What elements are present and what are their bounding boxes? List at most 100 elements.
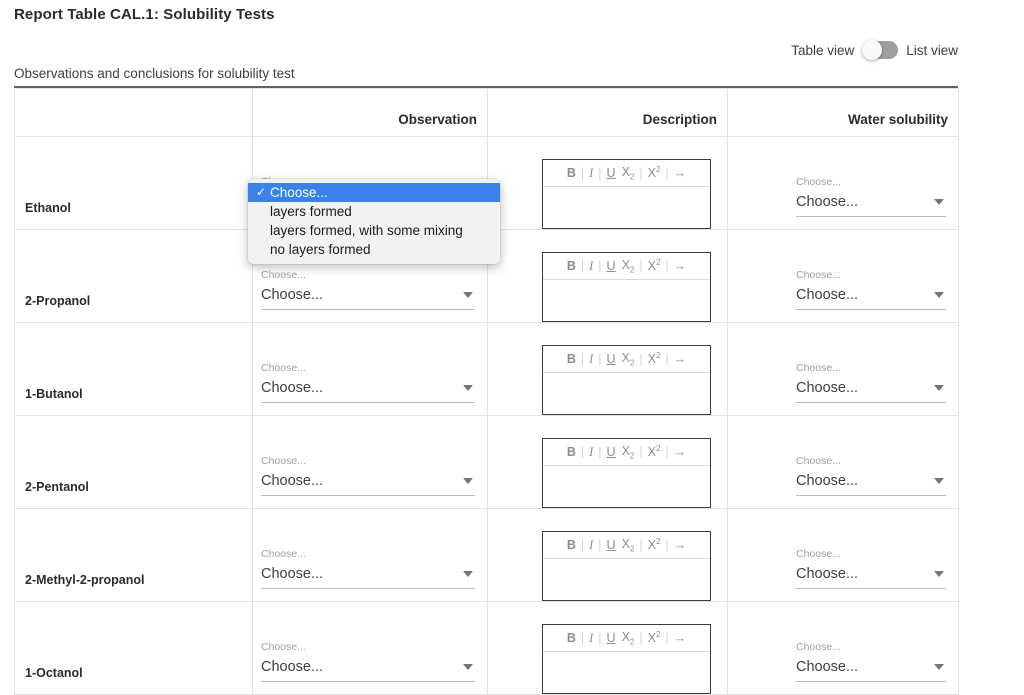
dropdown-option-layers-formed-some-mixing[interactable]: layers formed, with some mixing — [248, 221, 500, 240]
italic-icon[interactable]: I — [588, 631, 594, 646]
more-options-arrow-icon[interactable]: → — [673, 538, 688, 552]
observation-select[interactable]: Choose... Choose... — [261, 268, 475, 310]
superscript-glyph: X — [647, 259, 656, 274]
bold-icon[interactable]: B — [566, 538, 577, 552]
more-options-arrow-icon[interactable]: → — [673, 445, 688, 459]
bold-icon[interactable]: B — [566, 445, 577, 459]
superscript-icon[interactable]: X2 — [647, 444, 662, 459]
subscript-index: 2 — [629, 265, 635, 275]
bold-icon[interactable]: B — [566, 352, 577, 366]
water-solubility-select-value: Choose... — [796, 473, 859, 489]
subscript-index: 2 — [629, 358, 635, 368]
toolbar-separator: | — [665, 166, 669, 180]
description-input[interactable] — [543, 652, 710, 693]
description-input[interactable] — [543, 559, 710, 600]
row-label-cell: 2-Methyl-2-propanol — [14, 508, 253, 602]
dropdown-option-label: no layers formed — [270, 242, 371, 257]
superscript-icon[interactable]: X2 — [647, 630, 662, 645]
dropdown-option-layers-formed[interactable]: layers formed — [248, 202, 500, 221]
subscript-glyph: X — [621, 350, 630, 365]
underline-icon[interactable]: U — [606, 538, 617, 552]
bold-icon[interactable]: B — [566, 259, 577, 273]
dropdown-option-choose[interactable]: ✓ Choose... — [248, 183, 500, 202]
italic-icon[interactable]: I — [588, 445, 594, 460]
underline-icon[interactable]: U — [606, 166, 617, 180]
underline-icon[interactable]: U — [606, 352, 617, 366]
water-solubility-select[interactable]: Choose... Choose... — [796, 640, 946, 682]
observation-dropdown-popup[interactable]: ✓ Choose... layers formed layers formed,… — [248, 179, 500, 264]
observation-select[interactable]: Choose... Choose... — [261, 454, 475, 496]
water-solubility-select-label: Choose... — [796, 548, 841, 560]
water-solubility-select[interactable]: Choose... Choose... — [796, 175, 946, 217]
water-solubility-select[interactable]: Choose... Choose... — [796, 547, 946, 589]
view-mode-toggle-switch[interactable] — [862, 40, 899, 60]
water-solubility-cell: Choose... Choose... — [727, 415, 959, 509]
italic-icon[interactable]: I — [588, 166, 594, 181]
underline-icon[interactable]: U — [606, 631, 617, 645]
toolbar-separator: | — [580, 445, 585, 459]
description-input[interactable] — [543, 466, 710, 507]
more-options-arrow-icon[interactable]: → — [673, 259, 688, 273]
water-solubility-select[interactable]: Choose... Choose... — [796, 268, 946, 310]
observation-select[interactable]: Choose... Choose... — [261, 640, 475, 682]
superscript-icon[interactable]: X2 — [647, 351, 662, 366]
water-solubility-select[interactable]: Choose... Choose... — [796, 361, 946, 403]
subscript-index: 2 — [629, 451, 635, 461]
chevron-down-icon — [934, 199, 944, 205]
column-header-water-solubility: Water solubility — [727, 88, 959, 137]
substance-name: Ethanol — [25, 201, 71, 215]
italic-icon[interactable]: I — [588, 352, 594, 367]
underline-icon[interactable]: U — [606, 445, 617, 459]
bold-icon[interactable]: B — [566, 166, 577, 180]
row-label-cell: 1-Octanol — [14, 601, 253, 695]
italic-icon[interactable]: I — [588, 259, 594, 274]
water-solubility-select-value: Choose... — [796, 194, 859, 210]
subscript-icon[interactable]: X2 — [621, 351, 636, 368]
description-rich-text-editor[interactable]: B | I | U X2 | X2 | → — [542, 159, 711, 229]
subscript-icon[interactable]: X2 — [621, 444, 636, 461]
list-view-label[interactable]: List view — [906, 43, 958, 58]
chevron-down-icon — [934, 478, 944, 484]
dropdown-option-no-layers-formed[interactable]: no layers formed — [248, 240, 500, 259]
water-solubility-select-label: Choose... — [796, 641, 841, 653]
superscript-icon[interactable]: X2 — [647, 537, 662, 552]
subscript-glyph: X — [621, 536, 630, 551]
water-solubility-select[interactable]: Choose... Choose... — [796, 454, 946, 496]
observation-select[interactable]: Choose... Choose... — [261, 547, 475, 589]
more-options-arrow-icon[interactable]: → — [673, 166, 688, 180]
toolbar-separator: | — [598, 445, 602, 459]
description-rich-text-editor[interactable]: B | I | U X2 | X2 | → — [542, 438, 711, 508]
description-input[interactable] — [543, 280, 710, 321]
superscript-icon[interactable]: X2 — [647, 165, 662, 180]
bold-icon[interactable]: B — [566, 631, 577, 645]
underline-icon[interactable]: U — [606, 259, 617, 273]
toolbar-separator: | — [580, 538, 585, 552]
subscript-icon[interactable]: X2 — [621, 258, 636, 275]
description-rich-text-editor[interactable]: B | I | U X2 | X2 | → — [542, 531, 711, 601]
observation-cell: Choose... Choose... — [252, 508, 488, 602]
description-input[interactable] — [543, 187, 710, 228]
more-options-arrow-icon[interactable]: → — [673, 352, 688, 366]
view-mode-toggle-group[interactable]: Table view List view — [791, 40, 958, 60]
water-solubility-cell: Choose... Choose... — [727, 136, 959, 230]
observation-select-value: Choose... — [261, 473, 324, 489]
dropdown-option-label: layers formed, with some mixing — [270, 223, 463, 238]
subscript-icon[interactable]: X2 — [621, 165, 636, 182]
table-view-label[interactable]: Table view — [791, 43, 854, 58]
more-options-arrow-icon[interactable]: → — [673, 631, 688, 645]
water-solubility-select-label: Choose... — [796, 269, 841, 281]
subscript-icon[interactable]: X2 — [621, 537, 636, 554]
observation-select[interactable]: Choose... Choose... — [261, 361, 475, 403]
italic-icon[interactable]: I — [588, 538, 594, 553]
description-input[interactable] — [543, 373, 710, 414]
rte-toolbar: B | I | U X2 | X2 | → — [543, 532, 710, 559]
toolbar-separator: | — [598, 352, 602, 366]
superscript-icon[interactable]: X2 — [647, 258, 662, 273]
subscript-icon[interactable]: X2 — [621, 630, 636, 647]
chevron-down-icon — [463, 478, 473, 484]
chevron-down-icon — [934, 571, 944, 577]
description-rich-text-editor[interactable]: B | I | U X2 | X2 | → — [542, 345, 711, 415]
observation-select-label: Choose... — [261, 548, 306, 560]
chevron-down-icon — [463, 292, 473, 298]
description-rich-text-editor[interactable]: B | I | U X2 | X2 | → — [542, 252, 711, 322]
